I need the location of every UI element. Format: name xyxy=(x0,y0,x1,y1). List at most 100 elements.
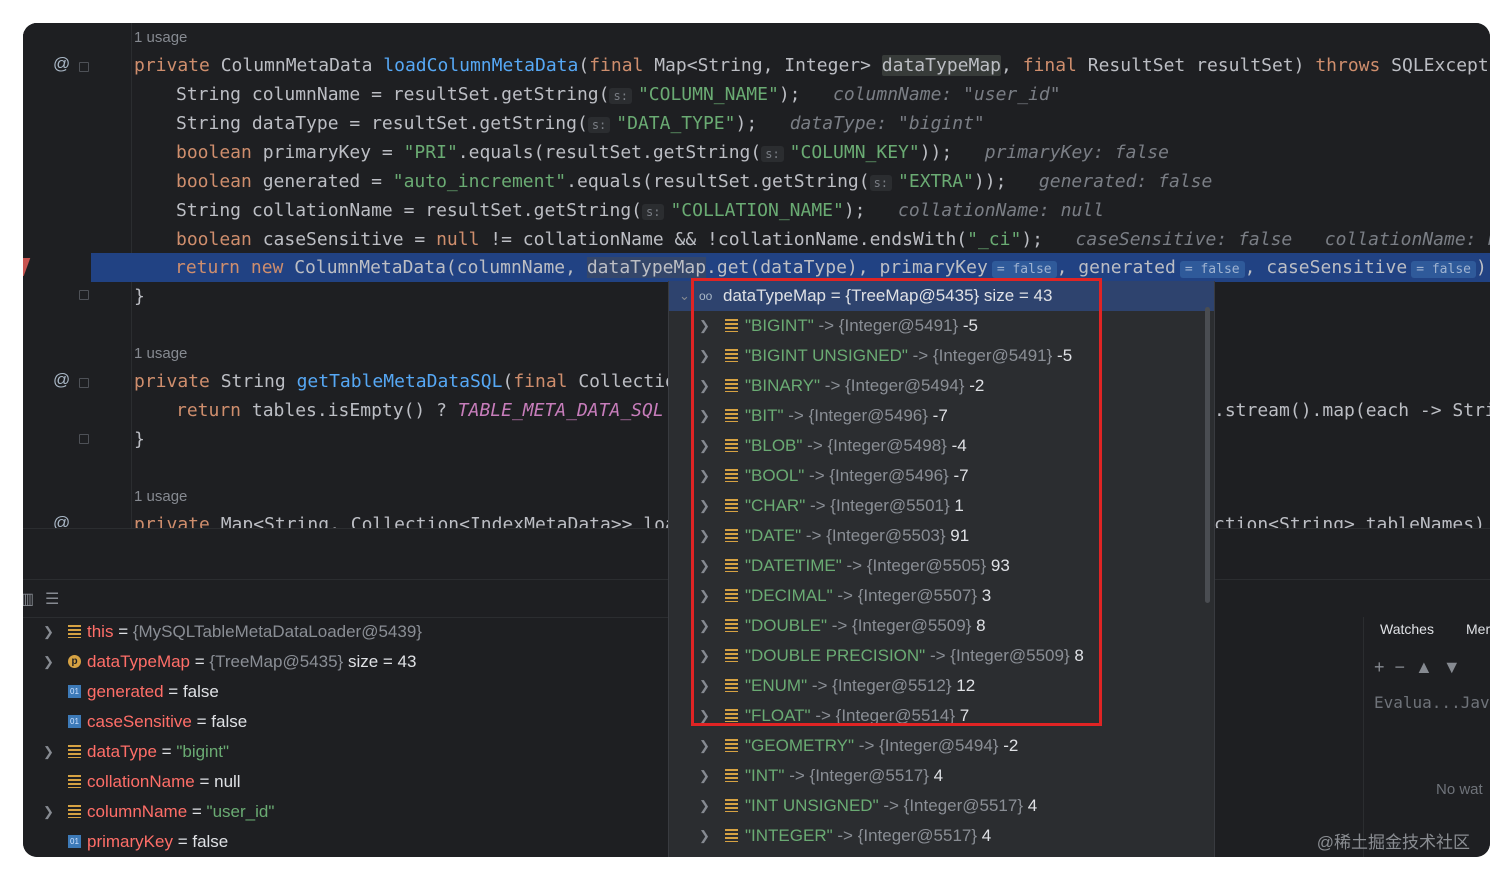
chevron-right-icon[interactable]: ❯ xyxy=(699,461,710,491)
entry-icon xyxy=(725,709,738,722)
popup-root-row[interactable]: ⌄ oo dataTypeMap = {TreeMap@5435} size = 4… xyxy=(669,281,1214,311)
chevron-right-icon[interactable]: ❯ xyxy=(699,641,710,671)
execution-point-line[interactable]: return new ColumnMetaData(columnName, da… xyxy=(91,253,1490,282)
chevron-down-icon[interactable]: ⌄ xyxy=(679,281,690,311)
code-text: ); xyxy=(1021,229,1043,250)
map-entry-row[interactable]: ❯ "ENUM" -> {Integer@5512} 12 xyxy=(669,671,1214,701)
map-entry-row[interactable]: ❯ "CHAR" -> {Integer@5501} 1 xyxy=(669,491,1214,521)
code-param: dataTypeMap xyxy=(881,55,1002,76)
map-entry-row[interactable]: ❯ "INT UNSIGNED" -> {Integer@5517} 4 xyxy=(669,791,1214,821)
arrow-down-icon[interactable]: ▼ xyxy=(1443,657,1471,677)
settings-list-icon[interactable]: ☰ xyxy=(45,589,59,609)
entry-icon xyxy=(725,349,738,362)
code-line[interactable]: String columnName = resultSet.getString(… xyxy=(176,80,1061,109)
chevron-right-icon[interactable]: ❯ xyxy=(43,737,54,767)
map-entry-row[interactable]: ❯ "DOUBLE" -> {Integer@5509} 8 xyxy=(669,611,1214,641)
variables-tree[interactable]: ❯ this = {MySQLTableMetaDataLoader@5439} … xyxy=(23,617,683,857)
entry-value: 91 xyxy=(950,526,970,545)
variable-name: collationName xyxy=(87,772,195,791)
tab-watches[interactable]: Watches xyxy=(1380,621,1434,637)
arrow-up-icon[interactable]: ▲ xyxy=(1415,657,1443,677)
code-line[interactable]: boolean primaryKey = "PRI".equals(result… xyxy=(176,138,1169,167)
entry-ref: {Integer@5509} xyxy=(852,616,972,635)
map-entry-row[interactable]: ❯ "BINARY" -> {Integer@5494} -2 xyxy=(669,371,1214,401)
code-line-tail[interactable]: .stream().map(each -> Stri xyxy=(1214,396,1490,425)
override-icon[interactable]: @ xyxy=(53,54,70,74)
evaluate-input[interactable]: Evalua...Jav xyxy=(1374,693,1490,712)
code-method: getTableMetaDataSQL xyxy=(296,371,503,392)
map-entry-row[interactable]: ❯ "BIGINT UNSIGNED" -> {Integer@5491} -5 xyxy=(669,341,1214,371)
entry-value: -5 xyxy=(962,316,979,335)
fold-icon[interactable] xyxy=(79,378,89,388)
variable-value: false xyxy=(211,712,248,731)
chevron-right-icon[interactable]: ❯ xyxy=(699,551,710,581)
usage-hint[interactable]: 1 usage xyxy=(134,29,187,46)
usage-hint[interactable]: 1 usage xyxy=(134,488,187,505)
chevron-right-icon[interactable]: ❯ xyxy=(699,491,710,521)
code-line[interactable]: boolean generated = "auto_increment".equ… xyxy=(176,167,1212,196)
code-line[interactable]: } xyxy=(134,282,145,311)
map-entry-row[interactable]: ❯ "BOOL" -> {Integer@5496} -7 xyxy=(669,461,1214,491)
map-entry-row[interactable]: ❯ "DOUBLE PRECISION" -> {Integer@5509} 8 xyxy=(669,641,1214,671)
usage-hint[interactable]: 1 usage xyxy=(134,345,187,362)
fold-icon[interactable] xyxy=(79,290,89,300)
chevron-right-icon[interactable]: ❯ xyxy=(699,791,710,821)
map-entry-row[interactable]: ❯ "BIT" -> {Integer@5496} -7 xyxy=(669,401,1214,431)
entry-value: 3 xyxy=(981,586,992,605)
variable-row[interactable]: 01 primaryKey = false xyxy=(23,827,683,857)
code-line[interactable]: private ColumnMetaData loadColumnMetaDat… xyxy=(134,51,1490,80)
variable-row[interactable]: 01 caseSensitive = false xyxy=(23,707,683,737)
chevron-right-icon[interactable]: ❯ xyxy=(43,797,54,827)
code-line[interactable]: boolean caseSensitive = null != collatio… xyxy=(176,225,1490,254)
chevron-right-icon[interactable]: ❯ xyxy=(699,671,710,701)
entry-value: -7 xyxy=(953,466,969,485)
chevron-right-icon[interactable]: ❯ xyxy=(699,371,710,401)
chevron-right-icon[interactable]: ❯ xyxy=(699,761,710,791)
chevron-right-icon[interactable]: ❯ xyxy=(699,341,710,371)
remove-icon[interactable]: − xyxy=(1395,657,1416,677)
chevron-right-icon[interactable]: ❯ xyxy=(43,617,54,647)
add-icon[interactable]: + xyxy=(1374,657,1395,677)
variable-row[interactable]: ❯ this = {MySQLTableMetaDataLoader@5439} xyxy=(23,617,683,647)
chevron-right-icon[interactable]: ❯ xyxy=(699,401,710,431)
chevron-right-icon[interactable]: ❯ xyxy=(43,647,54,677)
code-line[interactable]: String dataType = resultSet.getString(s:… xyxy=(176,109,985,138)
code-line[interactable]: return tables.isEmpty() ? TABLE_META_DAT… xyxy=(176,396,685,425)
variable-row[interactable]: ❯ dataType = "bigint" xyxy=(23,737,683,767)
tab-memory[interactable]: Mer xyxy=(1466,621,1490,637)
override-icon[interactable]: @ xyxy=(53,370,70,390)
map-entry-row[interactable]: ❯ "INTEGER" -> {Integer@5517} 4 xyxy=(669,821,1214,851)
map-entry-row[interactable]: ❯ "DATETIME" -> {Integer@5505} 93 xyxy=(669,551,1214,581)
map-entry-row[interactable]: ❯ "BLOB" -> {Integer@5498} -4 xyxy=(669,431,1214,461)
code-line[interactable]: String collationName = resultSet.getStri… xyxy=(176,196,1104,225)
chevron-right-icon[interactable]: ❯ xyxy=(699,821,710,851)
variable-row[interactable]: collationName = null xyxy=(23,767,683,797)
chevron-right-icon[interactable]: ❯ xyxy=(699,731,710,761)
code-text: .get(dataType), primaryKey xyxy=(706,257,988,278)
chevron-right-icon[interactable]: ❯ xyxy=(699,611,710,641)
map-entry-row[interactable]: ❯ "INT" -> {Integer@5517} 4 xyxy=(669,761,1214,791)
variable-row[interactable]: 01 generated = false xyxy=(23,677,683,707)
variable-value: false xyxy=(192,832,229,851)
chevron-right-icon[interactable]: ❯ xyxy=(699,431,710,461)
fold-icon[interactable] xyxy=(79,434,89,444)
variable-name: caseSensitive xyxy=(87,712,192,731)
chevron-right-icon[interactable]: ❯ xyxy=(699,581,710,611)
fold-icon[interactable] xyxy=(79,62,89,72)
code-line[interactable]: return new ColumnMetaData(columnName, da… xyxy=(175,253,1490,282)
scrollbar[interactable] xyxy=(1205,307,1210,603)
chevron-right-icon[interactable]: ❯ xyxy=(699,521,710,551)
chevron-right-icon[interactable]: ❯ xyxy=(699,311,710,341)
map-entry-row[interactable]: ❯ "FLOAT" -> {Integer@5514} 7 xyxy=(669,701,1214,731)
chevron-right-icon[interactable]: ❯ xyxy=(699,701,710,731)
variable-inspect-popup[interactable]: ⌄ oo dataTypeMap = {TreeMap@5435} size = 4… xyxy=(668,281,1215,857)
layout-icon[interactable]: ▥ xyxy=(23,589,34,609)
variable-row[interactable]: ❯ p dataTypeMap = {TreeMap@5435} size = 43 xyxy=(23,647,683,677)
code-line[interactable]: } xyxy=(134,425,145,454)
map-entry-row[interactable]: ❯ "GEOMETRY" -> {Integer@5494} -2 xyxy=(669,731,1214,761)
map-entry-row[interactable]: ❯ "BIGINT" -> {Integer@5491} -5 xyxy=(669,311,1214,341)
map-entry-row[interactable]: ❯ "DATE" -> {Integer@5503} 91 xyxy=(669,521,1214,551)
variable-row[interactable]: ❯ columnName = "user_id" xyxy=(23,797,683,827)
code-line[interactable]: private String getTableMetaDataSQL(final… xyxy=(134,367,698,396)
map-entry-row[interactable]: ❯ "DECIMAL" -> {Integer@5507} 3 xyxy=(669,581,1214,611)
